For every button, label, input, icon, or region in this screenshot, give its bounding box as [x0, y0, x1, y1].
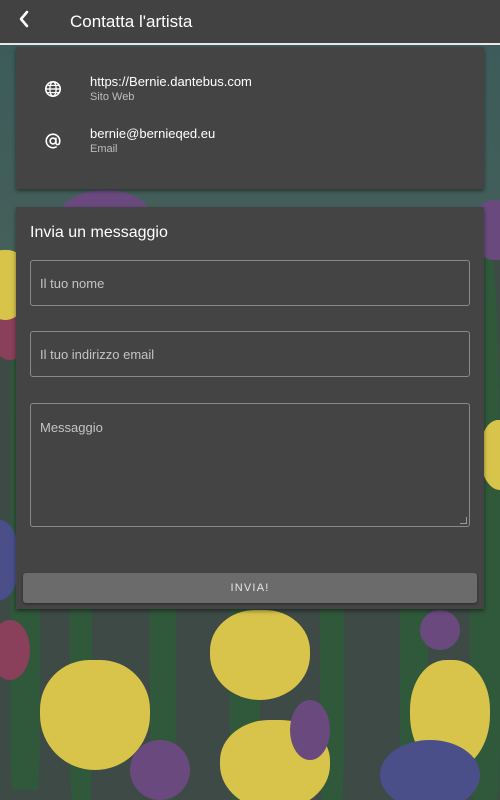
message-form-card: Invia un messaggio Il tuo nome Il tuo in… — [16, 207, 484, 609]
message-textarea[interactable]: Messaggio — [30, 403, 470, 527]
website-label: Sito Web — [90, 91, 135, 103]
back-button[interactable] — [0, 0, 48, 44]
website-value[interactable]: https://Bernie.dantebus.com — [90, 74, 252, 90]
form-title: Invia un messaggio — [30, 224, 168, 241]
name-input[interactable]: Il tuo nome — [30, 260, 470, 306]
app-bar: Contatta l'artista — [0, 0, 500, 45]
at-icon — [42, 130, 64, 152]
chevron-left-icon — [18, 10, 30, 33]
email-input[interactable]: Il tuo indirizzo email — [30, 331, 470, 377]
email-row[interactable]: bernie@bernieqed.eu Email — [16, 121, 484, 161]
name-placeholder: Il tuo nome — [40, 275, 105, 291]
email-placeholder: Il tuo indirizzo email — [40, 346, 155, 362]
message-placeholder: Messaggio — [40, 420, 103, 435]
submit-button[interactable]: INVIA! — [23, 573, 477, 603]
website-row[interactable]: https://Bernie.dantebus.com Sito Web — [16, 69, 484, 109]
email-value[interactable]: bernie@bernieqed.eu — [90, 126, 215, 142]
page-title: Contatta l'artista — [70, 11, 193, 31]
contact-info-card: https://Bernie.dantebus.com Sito Web ber… — [16, 47, 484, 189]
email-label: Email — [90, 143, 118, 155]
globe-icon — [42, 78, 64, 100]
resize-handle[interactable] — [460, 517, 467, 524]
